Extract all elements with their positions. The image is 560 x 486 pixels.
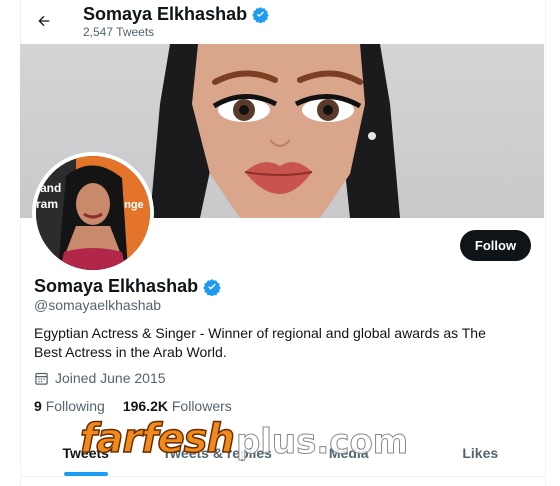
tab-label: Tweets & replies [162,445,272,461]
joined-date: Joined June 2015 [34,370,166,386]
calendar-icon [35,372,48,385]
following-link[interactable]: 9 Following [34,398,105,414]
joined-text: Joined June 2015 [55,370,166,386]
display-name-text: Somaya Elkhashab [34,276,199,296]
profile-display-name: Somaya Elkhashab [34,276,221,297]
tab-media[interactable]: Media [283,430,415,476]
back-arrow-icon[interactable] [33,10,55,32]
followers-count: 196.2K [122,398,168,414]
tweet-count: 2,547 Tweets [83,25,155,39]
tab-tweets[interactable]: Tweets [20,430,152,476]
profile-tabs: Tweets Tweets & replies Media Likes [20,430,546,476]
profile-bio: Egyptian Actress & Singer - Winner of re… [34,325,486,360]
profile-handle: @somayaelkhashab [34,297,162,313]
avatar-overlay-text: and [40,181,61,195]
tabs-divider [20,476,546,477]
following-label: Following [45,398,105,414]
follow-button[interactable]: Follow [460,230,531,261]
header-name: Somaya Elkhashab [83,4,248,24]
tab-label: Likes [462,445,499,461]
avatar-photo: and ram enge [36,156,150,270]
profile-avatar[interactable]: and ram enge [32,152,154,274]
avatar-overlay-text: ram [36,197,58,211]
verified-badge-icon [203,278,221,296]
tab-tweets-replies[interactable]: Tweets & replies [152,430,284,476]
tab-label: Media [328,445,369,461]
followers-label: Followers [171,398,232,414]
tab-likes[interactable]: Likes [415,430,547,476]
header-title: Somaya Elkhashab [83,4,269,25]
followers-link[interactable]: 196.2K Followers [123,398,232,414]
tab-label: Tweets [62,445,109,461]
following-count: 9 [34,398,42,414]
verified-badge-icon [252,7,269,23]
follow-stats: 9 Following 196.2K Followers [34,398,232,414]
